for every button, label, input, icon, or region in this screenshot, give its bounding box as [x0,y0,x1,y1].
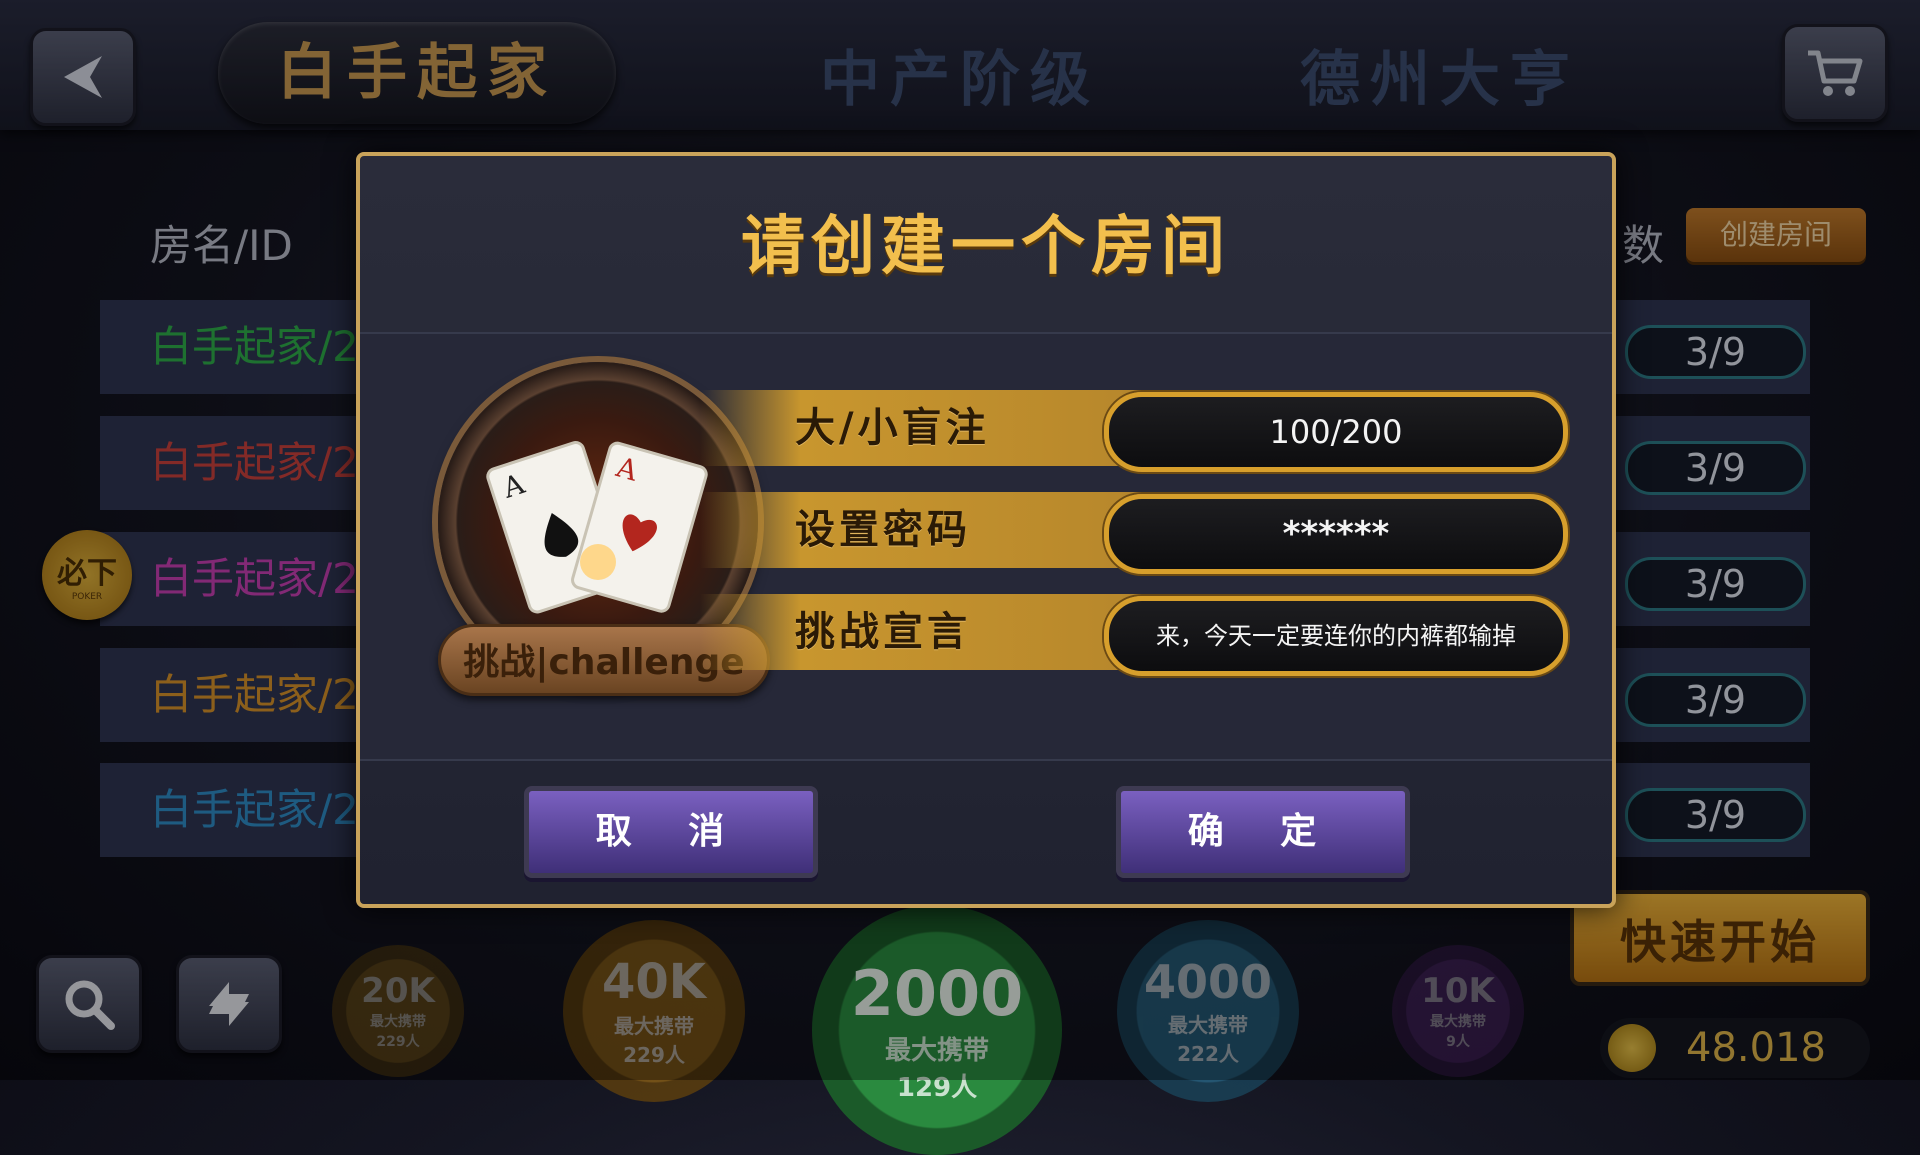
slogan-label: 挑战宣言 [795,609,971,655]
blinds-label: 大/小盲注 [795,405,990,451]
dialog-title: 请创建一个房间 [741,210,1231,284]
slogan-field[interactable]: 来，今天一定要连你的内裤都输掉 [1104,596,1568,676]
password-label: 设置密码 [795,507,971,553]
cancel-button[interactable]: 取 消 [524,786,818,878]
confirm-button[interactable]: 确 定 [1116,786,1410,878]
password-field[interactable]: ****** [1104,494,1568,574]
blinds-field[interactable]: 100/200 [1104,392,1568,472]
